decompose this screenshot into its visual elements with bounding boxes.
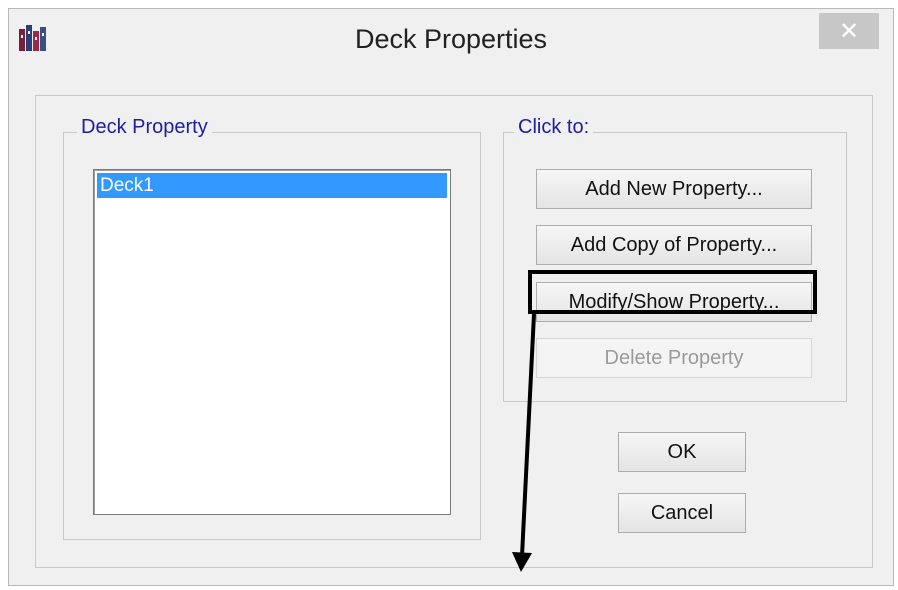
add-new-property-button[interactable]: Add New Property...	[536, 169, 812, 209]
list-item-deck1[interactable]: Deck1	[97, 173, 447, 198]
deck-property-group-label: Deck Property	[77, 116, 212, 139]
delete-property-button: Delete Property	[536, 338, 812, 378]
close-icon: ✕	[838, 17, 860, 45]
annotation-highlight-box	[528, 270, 817, 314]
dialog-title: Deck Properties	[354, 24, 548, 54]
click-to-group: Click to: Add New Property... Add Copy o…	[503, 116, 847, 402]
cancel-button[interactable]: Cancel	[618, 493, 746, 533]
close-button[interactable]: ✕	[819, 13, 879, 49]
deck-property-group: Deck Property Deck1	[63, 116, 481, 540]
add-copy-of-property-button[interactable]: Add Copy of Property...	[536, 225, 812, 265]
ok-button[interactable]: OK	[618, 432, 746, 472]
click-to-group-label: Click to:	[514, 116, 594, 139]
deck-property-list[interactable]: Deck1	[93, 169, 451, 515]
dialog-content: Deck Property Deck1 Click to: Add New Pr…	[35, 95, 873, 568]
title-bar[interactable]: Deck Properties ✕	[9, 9, 893, 69]
